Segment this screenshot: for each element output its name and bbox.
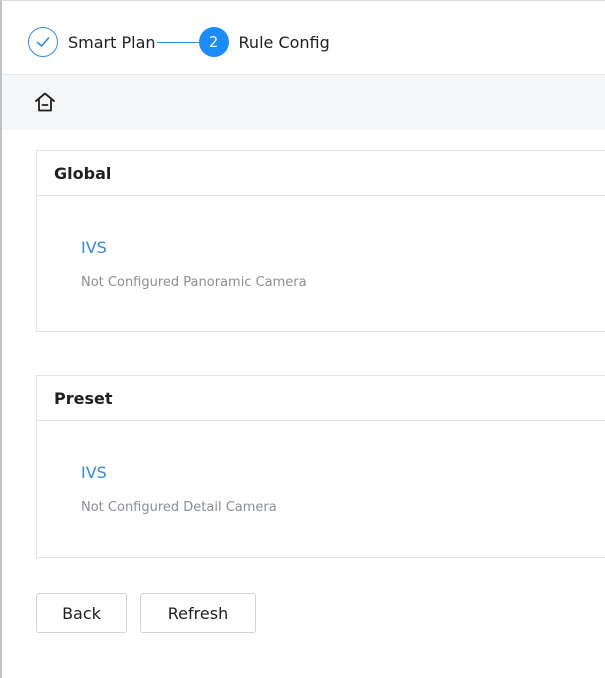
page-frame: Smart Plan 2 Rule Config Global IVS Not … [0,0,605,678]
section-title: Preset [37,376,605,421]
section-title: Global [37,151,605,196]
camera-status: Not Configured Detail Camera [81,500,277,515]
back-button[interactable]: Back [36,593,127,633]
step-rule-config-label: Rule Config [238,32,330,52]
step-smart-plan-label: Smart Plan [68,32,156,52]
breadcrumb-bar [2,74,605,130]
step-connector [156,41,199,43]
preset-section: Preset IVS Not Configured Detail Camera [36,375,605,558]
step-smart-plan-icon [28,27,58,57]
ivs-link[interactable]: IVS [81,463,107,482]
refresh-button[interactable]: Refresh [140,593,256,633]
ivs-link[interactable]: IVS [81,238,107,257]
home-icon[interactable] [34,91,56,113]
camera-status: Not Configured Panoramic Camera [81,275,307,290]
wizard-stepper: Smart Plan 2 Rule Config [28,25,330,59]
step-rule-config-number: 2 [198,27,229,57]
global-section: Global IVS Not Configured Panoramic Came… [36,150,605,332]
check-icon [36,37,50,47]
